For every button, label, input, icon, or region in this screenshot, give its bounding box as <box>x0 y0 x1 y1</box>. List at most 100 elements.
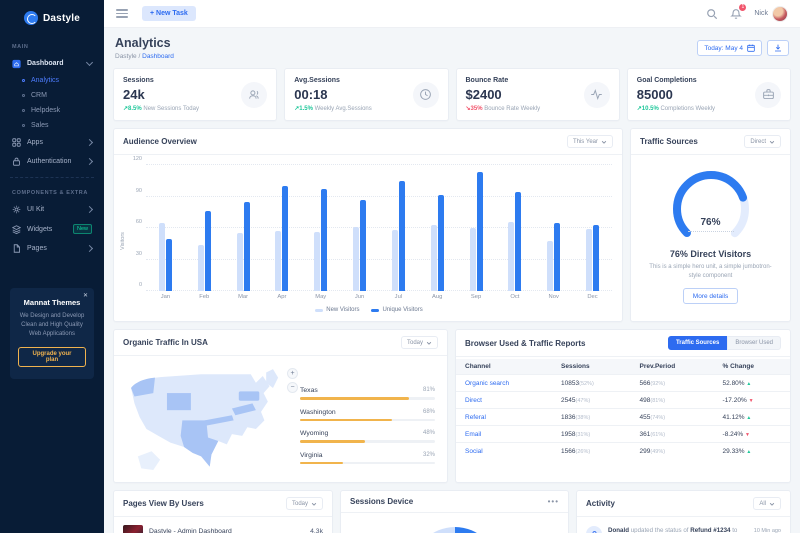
chevron-right-icon <box>86 158 93 165</box>
stat-label: Avg.Sessions <box>294 77 372 84</box>
search-icon[interactable] <box>706 8 718 20</box>
stat-card-sessions: Sessions 24k ↗8.5% New Sessions Today <box>113 68 277 121</box>
bar <box>431 225 437 291</box>
more-details-button[interactable]: More details <box>683 288 738 304</box>
user-name: Nick <box>754 10 768 17</box>
map-zoom-controls: + − <box>287 368 298 393</box>
bar-group-aug[interactable] <box>418 165 457 291</box>
channel-link[interactable]: Social <box>456 443 552 460</box>
page-content: Analytics Dastyle / Dashboard Today: May… <box>104 28 800 533</box>
chevron-down-icon <box>769 501 775 507</box>
prev-period-cell: 455(74%) <box>631 409 714 426</box>
sidebar-subitem-sales[interactable]: Sales <box>0 118 104 133</box>
table-row: Organic search10853(52%)566(92%)52.80% ▲ <box>456 375 790 392</box>
date-range-button[interactable]: Today: May 4 <box>697 40 762 56</box>
table-row: Email1958(31%)361(61%)-8.24% ▼ <box>456 426 790 443</box>
download-button[interactable] <box>767 40 789 56</box>
user-menu[interactable]: Nick <box>754 6 788 22</box>
chevron-right-icon <box>86 139 93 146</box>
bar-group-jun[interactable] <box>340 165 379 291</box>
sidebar-subitem-analytics[interactable]: Analytics <box>0 73 104 88</box>
channel-link[interactable]: Referal <box>456 409 552 426</box>
sidebar-item-apps[interactable]: Apps <box>0 133 104 152</box>
bullet-icon <box>22 94 25 97</box>
bar-group-feb[interactable] <box>185 165 224 291</box>
state-wyoming <box>167 393 191 410</box>
activity-filter-dropdown[interactable]: All <box>753 497 781 510</box>
col-change: % Change <box>714 359 790 375</box>
prev-period-cell: 361(61%) <box>631 426 714 443</box>
bar-group-sep[interactable] <box>457 165 496 291</box>
legend-item-unique-visitors[interactable]: Unique Visitors <box>371 307 422 313</box>
sidebar-item-authentication[interactable]: Authentication <box>0 152 104 171</box>
zoom-out-button[interactable]: − <box>287 382 298 393</box>
avatar <box>772 6 788 22</box>
bar-group-jan[interactable] <box>146 165 185 291</box>
date-range-label: Today: May 4 <box>704 45 743 52</box>
bar <box>244 202 250 291</box>
usa-map[interactable]: + − <box>122 364 294 487</box>
tab-browser-used[interactable]: Browser Used <box>727 336 781 350</box>
channel-link[interactable]: Direct <box>456 392 552 409</box>
table-row: Social1566(26%)299(49%)29.33% ▲ <box>456 443 790 460</box>
audience-filter-dropdown[interactable]: This Year <box>567 135 613 148</box>
sidebar-subitem-helpdesk[interactable]: Helpdesk <box>0 103 104 118</box>
y-tick-label: 120 <box>126 156 142 162</box>
tab-traffic-sources[interactable]: Traffic Sources <box>668 336 727 350</box>
close-icon[interactable]: ✕ <box>83 292 88 299</box>
dashboard-subitems: AnalyticsCRMHelpdeskSales <box>0 73 104 133</box>
legend-item-new-visitors[interactable]: New Visitors <box>315 307 359 313</box>
chevron-down-icon <box>86 59 93 66</box>
sidebar-item-pages[interactable]: Pages <box>0 239 104 258</box>
activity-icon <box>584 82 610 108</box>
x-tick-label: Feb <box>185 294 224 300</box>
breadcrumb-root[interactable]: Dastyle <box>115 53 137 60</box>
activity-item[interactable]: Donald updated the status of Refund #123… <box>577 517 790 533</box>
bar <box>275 231 281 291</box>
notifications-bell-icon[interactable]: 1 <box>730 8 742 20</box>
state-percent: 81% <box>423 387 435 394</box>
menu-toggle-icon[interactable] <box>116 9 128 18</box>
change-cell: 29.33% ▲ <box>714 443 790 460</box>
bar-group-mar[interactable] <box>224 165 263 291</box>
sidebar-item-widgets[interactable]: Widgets New <box>0 219 104 239</box>
traffic-gauge: 76% <box>659 165 763 243</box>
state-percent: 32% <box>423 452 435 459</box>
channel-link[interactable]: Organic search <box>456 375 552 392</box>
sidebar-subitem-crm[interactable]: CRM <box>0 88 104 103</box>
sessions-cell: 1566(26%) <box>552 443 631 460</box>
bar <box>399 181 405 291</box>
table-row: Direct2545(47%)498(81%)-17.20% ▼ <box>456 392 790 409</box>
channel-link[interactable]: Email <box>456 426 552 443</box>
sidebar-item-dashboard[interactable]: Dashboard <box>0 54 104 73</box>
brand-logo[interactable]: Dastyle <box>0 8 104 28</box>
pages-view-card: Pages View By Users Today Dastyle - Admi… <box>113 490 333 533</box>
new-task-button[interactable]: + New Task <box>142 6 196 21</box>
bar <box>237 233 243 291</box>
activity-time: 10 Min ago <box>754 526 781 533</box>
stat-label: Goal Completions <box>637 77 715 84</box>
calendar-icon <box>747 44 755 52</box>
upgrade-plan-button[interactable]: Upgrade your plan <box>18 347 86 367</box>
zoom-in-button[interactable]: + <box>287 368 298 379</box>
card-title: Browser Used & Traffic Reports <box>465 339 585 348</box>
settings-icon <box>12 205 21 214</box>
sessions-device-card: Sessions Device ••• <box>340 490 569 533</box>
page-view-row[interactable]: Dastyle - Admin Dashboard 4.3k <box>114 517 332 533</box>
state-row-virginia: Virginia32% <box>300 452 435 465</box>
page-views-count: 4.3k <box>310 528 323 533</box>
traffic-report-card: Browser Used & Traffic Reports Traffic S… <box>455 329 791 483</box>
bar-group-nov[interactable] <box>534 165 573 291</box>
bar-group-apr[interactable] <box>262 165 301 291</box>
bar-group-oct[interactable] <box>495 165 534 291</box>
bar-group-dec[interactable] <box>573 165 612 291</box>
bar-group-jul[interactable] <box>379 165 418 291</box>
sidebar-item-uikit[interactable]: UI Kit <box>0 200 104 219</box>
breadcrumb-current[interactable]: Dashboard <box>142 53 174 60</box>
pages-filter-dropdown[interactable]: Today <box>286 497 323 510</box>
bar-group-may[interactable] <box>301 165 340 291</box>
device-donut-chart <box>341 513 568 533</box>
organic-filter-dropdown[interactable]: Today <box>401 336 438 349</box>
traffic-filter-dropdown[interactable]: Direct <box>744 135 781 148</box>
more-menu-icon[interactable]: ••• <box>548 500 559 504</box>
